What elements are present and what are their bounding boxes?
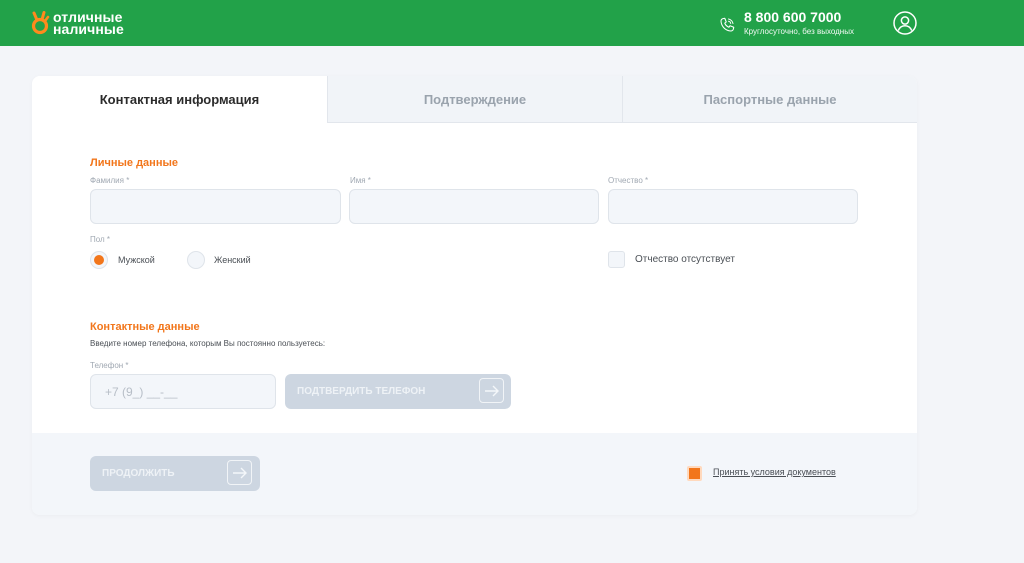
phone-input[interactable]: +7 (9_) __-__: [90, 374, 276, 409]
confirm-phone-label: ПОДТВЕРДИТЬ ТЕЛЕФОН: [297, 386, 426, 397]
confirm-phone-button[interactable]: ПОДТВЕРДИТЬ ТЕЛЕФОН: [285, 374, 511, 409]
brand-logo[interactable]: отличные наличные: [30, 10, 124, 36]
phone-number[interactable]: 8 800 600 7000: [744, 9, 854, 25]
gender-label: Пол *: [90, 235, 111, 244]
name-input[interactable]: [349, 189, 599, 224]
gender-female-label[interactable]: Женский: [214, 255, 251, 265]
gender-female-radio[interactable]: [187, 251, 205, 269]
personal-data-title: Личные данные: [90, 157, 178, 169]
surname-label: Фамилия *: [90, 176, 130, 185]
arrow-right-icon: [227, 460, 252, 485]
agree-terms-checkbox[interactable]: [687, 466, 702, 481]
agree-terms-link[interactable]: Принять условия документов: [713, 467, 836, 477]
no-patronymic-checkbox[interactable]: [608, 251, 625, 268]
patronymic-input[interactable]: [608, 189, 858, 224]
tab-passport-data[interactable]: Паспортные данные: [622, 76, 917, 123]
form-steps-tabs: Контактная информация Подтверждение Пасп…: [32, 76, 917, 123]
form-footer: ПРОДОЛЖИТЬ Принять условия документов: [32, 433, 917, 515]
gender-male-radio[interactable]: [90, 251, 108, 269]
logo-text: отличные наличные: [53, 10, 124, 37]
continue-button[interactable]: ПРОДОЛЖИТЬ: [90, 456, 260, 491]
tab-confirmation[interactable]: Подтверждение: [327, 76, 622, 123]
arrow-right-icon: [479, 378, 504, 403]
tab-contact-info[interactable]: Контактная информация: [32, 76, 327, 123]
surname-input[interactable]: [90, 189, 341, 224]
logo-hand-icon: [31, 11, 50, 35]
phone-icon: [720, 17, 735, 32]
logo-line-2: наличные: [53, 21, 124, 37]
phone-block[interactable]: 8 800 600 7000 Круглосуточно, без выходн…: [718, 9, 854, 38]
continue-label: ПРОДОЛЖИТЬ: [102, 468, 175, 479]
name-label: Имя *: [350, 176, 371, 185]
phone-hint: Введите номер телефона, которым Вы посто…: [90, 339, 326, 348]
phone-label: Телефон *: [90, 361, 129, 370]
top-header: отличные наличные 8 800 600 7000 Круглос…: [0, 0, 1024, 46]
phone-hours: Круглосуточно, без выходных: [744, 27, 854, 36]
patronymic-label: Отчество *: [608, 176, 649, 185]
user-account-icon[interactable]: [893, 11, 917, 35]
gender-male-label[interactable]: Мужской: [118, 255, 155, 265]
contact-data-title: Контактные данные: [90, 321, 200, 333]
no-patronymic-label[interactable]: Отчество отсутствует: [635, 254, 735, 265]
application-form-card: Контактная информация Подтверждение Пасп…: [32, 76, 917, 515]
